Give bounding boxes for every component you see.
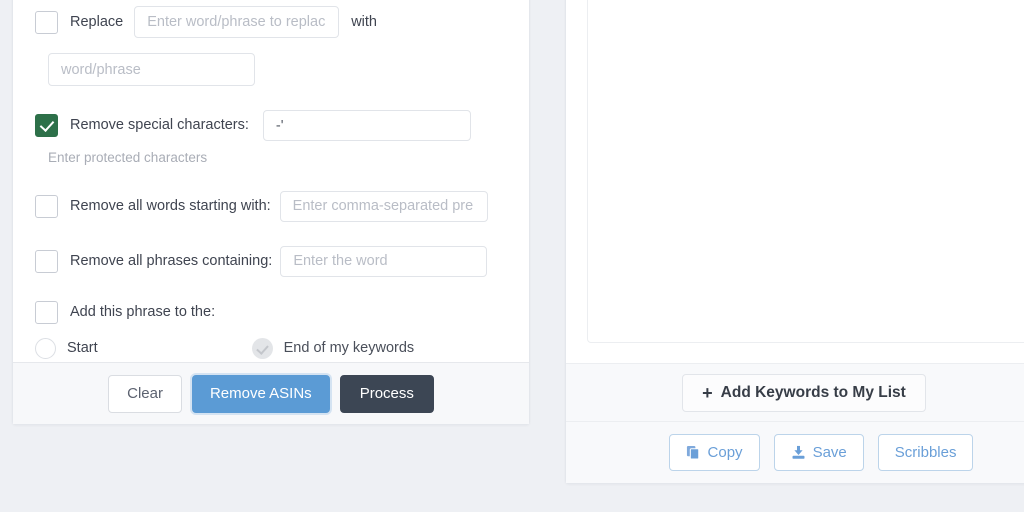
copy-label: Copy [707,444,743,461]
radio-end-of-keywords[interactable] [251,337,273,359]
protected-characters-input[interactable] [262,110,471,141]
replace-to-row [35,53,507,86]
add-phrase-position-group: Start End of my keywords [35,337,507,359]
radio-start[interactable] [35,337,56,359]
remove-words-starting-with-checkbox[interactable] [35,194,58,218]
copy-icon [686,445,701,460]
options-form: Replace with Remove special characters: … [13,0,529,406]
remove-phrases-containing-label: Remove all phrases containing: [70,252,273,269]
replace-label: Replace [70,13,124,30]
add-phrase-label: Add this phrase to the: [70,303,216,320]
radio-end-of-keywords-label: End of my keywords [283,340,415,356]
remove-words-starting-with-label: Remove all words starting with: [70,197,271,214]
options-footer: Clear Remove ASINs Process [13,362,529,424]
download-save-icon [791,445,806,460]
remove-phrases-containing-checkbox[interactable] [35,249,58,273]
save-button[interactable]: Save [773,434,864,471]
keyword-options-panel: Replace with Remove special characters: … [12,0,530,425]
remove-words-starting-with-row: Remove all words starting with: [35,190,507,222]
add-keywords-to-my-list-label: Add Keywords to My List [720,383,906,401]
prefix-list-input[interactable] [279,190,488,222]
replace-checkbox[interactable] [35,10,58,34]
add-phrase-checkbox[interactable] [35,300,58,324]
keywords-output-textarea[interactable] [587,0,1024,343]
add-keywords-bar: + Add Keywords to My List [566,363,1024,421]
protected-characters-helper-row: Enter protected characters [35,151,507,165]
app-screen: Replace with Remove special characters: … [0,0,1024,512]
remove-asins-button[interactable]: Remove ASINs [191,374,330,413]
remove-special-characters-label: Remove special characters: [70,117,249,134]
copy-button[interactable]: Copy [668,434,760,471]
add-phrase-row: Add this phrase to the: [35,300,507,324]
replace-from-input[interactable] [134,6,340,38]
replace-row: Replace with [35,5,507,39]
process-button[interactable]: Process [339,374,434,413]
remove-special-characters-checkbox[interactable] [35,114,58,137]
remove-special-characters-row: Remove special characters: [35,110,507,141]
clear-button[interactable]: Clear [108,374,182,413]
contains-word-input[interactable] [280,245,488,277]
keyword-output-panel: + Add Keywords to My List Copy Save Scri… [565,0,1024,484]
replace-to-input[interactable] [48,53,255,86]
remove-phrases-containing-row: Remove all phrases containing: [35,245,507,277]
radio-start-label: Start [67,340,98,356]
add-keywords-to-my-list-button[interactable]: + Add Keywords to My List [682,373,926,412]
save-label: Save [812,444,847,461]
scribbles-label: Scribbles [894,444,957,461]
output-actions-bar: Copy Save Scribbles [566,421,1024,483]
plus-icon: + [702,382,713,403]
replace-with-label: with [351,14,377,30]
scribbles-button[interactable]: Scribbles [877,434,974,471]
protected-characters-helper-text: Enter protected characters [48,150,208,165]
